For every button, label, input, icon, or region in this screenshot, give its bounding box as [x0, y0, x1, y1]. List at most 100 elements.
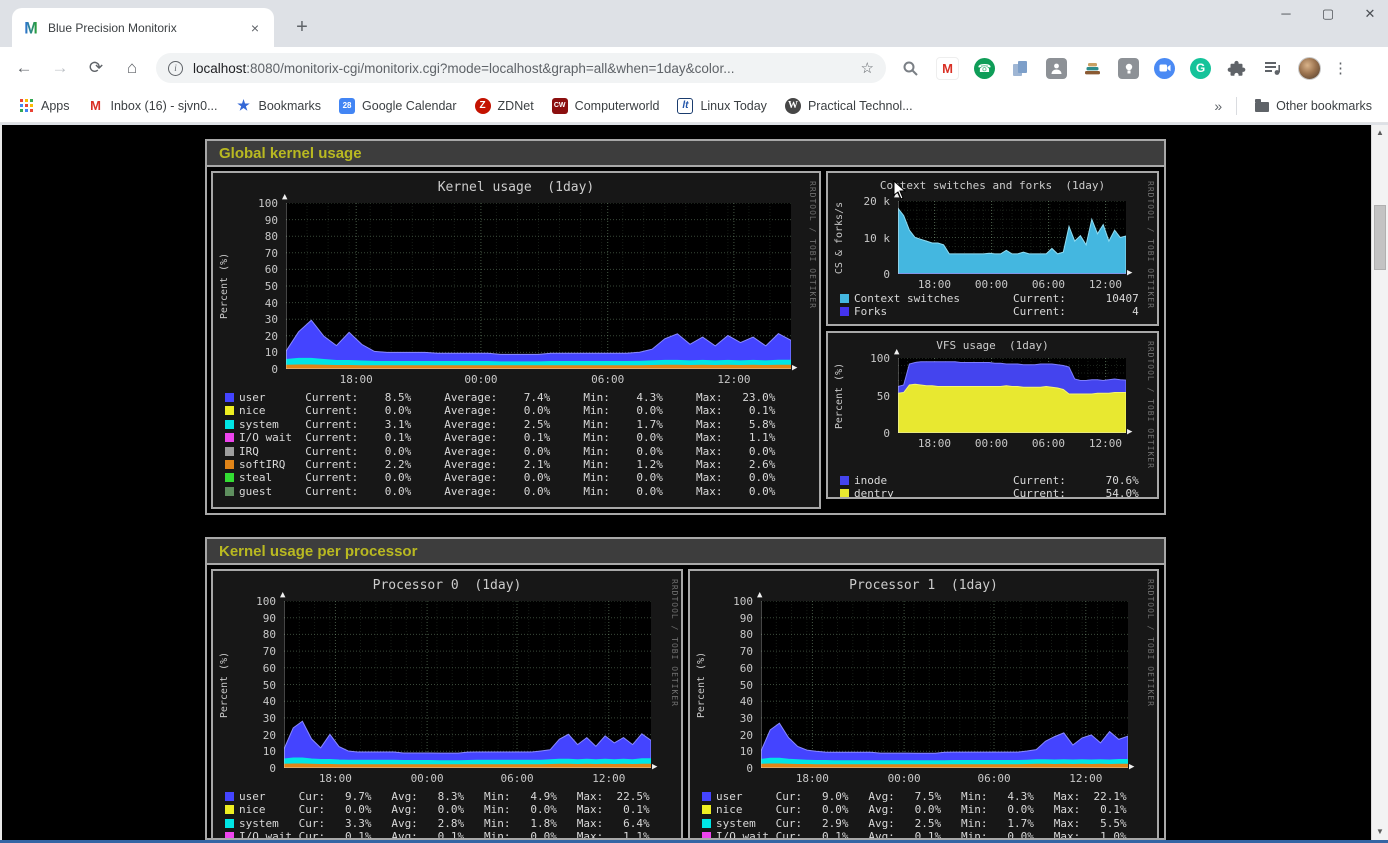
- y-tick-label: 50: [213, 280, 278, 293]
- minimize-button[interactable]: ─: [1278, 6, 1294, 22]
- tab-close-icon[interactable]: ×: [246, 20, 264, 36]
- graph-legend: user Cur: 9.7% Avg: 8.3% Min: 4.9% Max: …: [225, 790, 650, 840]
- legend-row: I/O wait Cur: 0.1% Avg: 0.1% Min: 0.0% M…: [225, 830, 650, 840]
- x-tick-label: 12:00: [717, 373, 750, 386]
- grammarly-extension-icon[interactable]: G: [1190, 58, 1211, 79]
- section-body: Kernel usage (1day)RRDTOOL / TOBI OETIKE…: [207, 167, 1164, 513]
- bookmarks-overflow-button[interactable]: »: [1214, 98, 1222, 114]
- graph-panel-context-switches[interactable]: Context switches and forks (1day)RRDTOOL…: [826, 171, 1159, 326]
- vertical-scrollbar[interactable]: ▲ ▼: [1371, 125, 1388, 840]
- url-text[interactable]: localhost:8080/monitorix-cgi/monitorix.c…: [193, 61, 853, 76]
- graph-panel-vfs-usage[interactable]: VFS usage (1day)RRDTOOL / TOBI OETIKERPe…: [826, 331, 1159, 499]
- google-voice-extension-icon[interactable]: ☎: [974, 58, 995, 79]
- maximize-button[interactable]: ▢: [1320, 6, 1336, 22]
- x-tick-label: 06:00: [591, 373, 624, 386]
- rrdtool-watermark: RRDTOOL / TOBI OETIKER: [808, 181, 817, 309]
- bookmark-star-icon[interactable]: ☆: [861, 59, 874, 77]
- x-tick-label: 06:00: [1032, 278, 1065, 291]
- section-global-kernel-usage: Global kernel usage Kernel usage (1day)R…: [205, 139, 1166, 515]
- bookmark-google-calendar[interactable]: 28 Google Calendar: [339, 98, 457, 114]
- y-tick-label: 20: [213, 729, 276, 742]
- bookmark-computerworld[interactable]: CW Computerworld: [552, 98, 660, 114]
- bookmark-label: Practical Technol...: [808, 99, 913, 113]
- y-tick-label: 100: [213, 595, 276, 608]
- legend-swatch-guest: [225, 487, 234, 496]
- graph-panel-kernel-usage[interactable]: Kernel usage (1day)RRDTOOL / TOBI OETIKE…: [211, 171, 821, 509]
- x-tick-label: 06:00: [977, 772, 1010, 785]
- scroll-down-arrow-icon[interactable]: ▼: [1372, 824, 1388, 840]
- y-tick-label: 60: [213, 263, 278, 276]
- y-axis-arrow-icon: ▲: [757, 591, 762, 600]
- y-tick-label: 70: [213, 247, 278, 260]
- legend-row: nice Cur: 0.0% Avg: 0.0% Min: 0.0% Max: …: [225, 803, 650, 816]
- legend-row: dentry Current: 54.0%: [840, 487, 1139, 499]
- scrollbar-thumb[interactable]: [1374, 205, 1386, 270]
- legend-swatch-nice: [702, 805, 711, 814]
- y-tick-label: 10 k: [828, 232, 890, 245]
- x-tick-label: 00:00: [975, 278, 1008, 291]
- gmail-extension-icon[interactable]: M: [936, 57, 959, 80]
- legend-swatch-steal: [225, 473, 234, 482]
- profile-avatar[interactable]: [1298, 57, 1321, 80]
- legend-row: nice Cur: 0.0% Avg: 0.0% Min: 0.0% Max: …: [702, 803, 1127, 816]
- page-info-icon[interactable]: i: [168, 61, 183, 76]
- browser-menu-icon[interactable]: ⋮: [1333, 59, 1348, 77]
- url-bar[interactable]: i localhost:8080/monitorix-cgi/monitorix…: [156, 53, 886, 83]
- calendar-icon: 28: [339, 98, 355, 114]
- playlist-extension-icon[interactable]: [1262, 58, 1283, 79]
- x-tick-label: 00:00: [975, 437, 1008, 450]
- other-bookmarks-button[interactable]: Other bookmarks: [1255, 99, 1372, 113]
- wordpress-icon: W: [785, 98, 801, 114]
- legend-swatch-irq: [225, 447, 234, 456]
- lightbulb-extension-icon[interactable]: [1118, 58, 1139, 79]
- books-stack-extension-icon[interactable]: [1082, 58, 1103, 79]
- graph-legend: inode Current: 70.6%dentry Current: 54.0…: [840, 474, 1139, 499]
- plot-svg: [898, 201, 1126, 274]
- x-tick-label: 06:00: [500, 772, 533, 785]
- home-button[interactable]: ⌂: [120, 56, 144, 80]
- bookmark-label: Apps: [41, 99, 70, 113]
- legend-text: guest Current: 0.0% Average: 0.0% Min: 0…: [239, 485, 775, 498]
- legend-swatch-system: [225, 819, 234, 828]
- bookmark-zdnet[interactable]: Z ZDNet: [475, 98, 534, 114]
- legend-row: system Cur: 2.9% Avg: 2.5% Min: 1.7% Max…: [702, 817, 1127, 830]
- zdnet-icon: Z: [475, 98, 491, 114]
- back-button[interactable]: ←: [12, 56, 36, 80]
- bookmark-label: ZDNet: [498, 99, 534, 113]
- legend-row: steal Current: 0.0% Average: 0.0% Min: 0…: [225, 471, 775, 484]
- plot-area: [898, 201, 1126, 274]
- new-tab-button[interactable]: +: [288, 14, 316, 42]
- graph-title: VFS usage (1day): [936, 339, 1049, 352]
- y-axis-arrow-icon: ▲: [282, 193, 287, 202]
- copy-pages-extension-icon[interactable]: [1010, 58, 1031, 79]
- plot-area: [284, 601, 651, 768]
- reload-button[interactable]: ⟳: [84, 56, 108, 80]
- bookmark-label: Google Calendar: [362, 99, 457, 113]
- bookmark-bookmarks[interactable]: ★ Bookmarks: [236, 98, 322, 114]
- x-tick-label: 06:00: [1032, 437, 1065, 450]
- legend-swatch-softirq: [225, 460, 234, 469]
- extensions-row: M ☎ G: [900, 57, 1321, 80]
- extensions-puzzle-icon[interactable]: [1226, 58, 1247, 79]
- bookmark-linux-today[interactable]: lt Linux Today: [677, 98, 767, 114]
- plot-svg: [898, 358, 1126, 433]
- search-extension-icon[interactable]: [900, 58, 921, 79]
- browser-tab[interactable]: M Blue Precision Monitorix ×: [12, 8, 274, 47]
- scroll-up-arrow-icon[interactable]: ▲: [1372, 125, 1388, 141]
- video-camera-extension-icon[interactable]: [1154, 58, 1175, 79]
- bookmark-inbox[interactable]: M Inbox (16) - sjvn0...: [88, 98, 218, 114]
- bookmark-apps[interactable]: Apps: [18, 98, 70, 114]
- browser-toolbar: ← → ⟳ ⌂ i localhost:8080/monitorix-cgi/m…: [0, 47, 1388, 90]
- bookmark-label: Computerworld: [575, 99, 660, 113]
- legend-row: user Cur: 9.0% Avg: 7.5% Min: 4.3% Max: …: [702, 790, 1127, 803]
- close-button[interactable]: ✕: [1362, 6, 1378, 22]
- x-tick-label: 18:00: [319, 772, 352, 785]
- x-tick-label: 12:00: [592, 772, 625, 785]
- rrdtool-watermark: RRDTOOL / TOBI OETIKER: [1146, 579, 1155, 707]
- graph-panel-processor-0[interactable]: Processor 0 (1day)RRDTOOL / TOBI OETIKER…: [211, 569, 683, 840]
- person-extension-icon[interactable]: [1046, 58, 1067, 79]
- forward-button[interactable]: →: [48, 56, 72, 80]
- bookmark-practical-technology[interactable]: W Practical Technol...: [785, 98, 913, 114]
- graph-panel-processor-1[interactable]: Processor 1 (1day)RRDTOOL / TOBI OETIKER…: [688, 569, 1159, 840]
- x-tick-label: 00:00: [464, 373, 497, 386]
